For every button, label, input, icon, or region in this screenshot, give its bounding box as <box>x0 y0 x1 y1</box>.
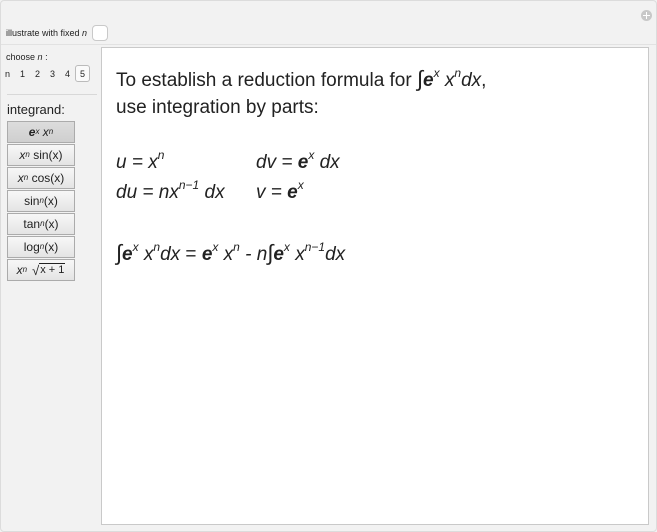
n-selector: n 1 2 3 4 5 <box>5 65 91 82</box>
integrand-buttons: ex xn xn sin(x) xn cos(x) sin n (x) tan n (x… <box>7 121 75 282</box>
integrand-sqrt-button[interactable]: xn √ x + 1 <box>7 259 75 281</box>
reduction-formula: ∫ex xndx = ex xn - n∫ex xn−1dx <box>116 240 346 265</box>
integrand-sin-power-button[interactable]: sin n (x) <box>7 190 75 212</box>
n-option-2[interactable]: 2 <box>30 65 45 82</box>
integrand-log-power-button[interactable]: log n (x) <box>7 236 75 258</box>
fixed-n-row: illustrate with fixed n <box>6 25 109 41</box>
u-definition: u = xn <box>116 148 165 173</box>
sqrt-icon: √ x + 1 <box>32 262 66 278</box>
divider <box>1 44 656 45</box>
intro-line-1: To establish a reduction formula for ∫ex… <box>116 66 487 91</box>
n-option-5[interactable]: 5 <box>75 65 91 82</box>
app-frame: illustrate with fixed n choose n : n 1 2… <box>0 0 657 532</box>
integrand-exp-button[interactable]: ex xn <box>7 121 75 143</box>
n-option-4[interactable]: 4 <box>60 65 75 82</box>
integrand-label: integrand: <box>7 102 65 117</box>
integrand-sin-button[interactable]: xn sin(x) <box>7 144 75 166</box>
du-definition: du = nxn−1 dx <box>116 178 225 203</box>
derivation-panel: To establish a reduction formula for ∫ex… <box>101 47 649 525</box>
n-option-3[interactable]: 3 <box>45 65 60 82</box>
intro-line-2: use integration by parts: <box>116 97 319 118</box>
n-prefix-label: n <box>5 68 11 79</box>
dv-definition: dv = ex dx <box>256 148 340 173</box>
integrand-cos-button[interactable]: xn cos(x) <box>7 167 75 189</box>
choose-n-label: choose n : <box>6 52 48 62</box>
plus-icon[interactable] <box>641 10 652 21</box>
n-option-1[interactable]: 1 <box>15 65 30 82</box>
divider <box>7 94 97 95</box>
fixed-n-checkbox[interactable] <box>92 25 109 41</box>
v-definition: v = ex <box>256 178 304 203</box>
integrand-tan-power-button[interactable]: tan n (x) <box>7 213 75 235</box>
fixed-n-label: illustrate with fixed n <box>6 28 88 38</box>
